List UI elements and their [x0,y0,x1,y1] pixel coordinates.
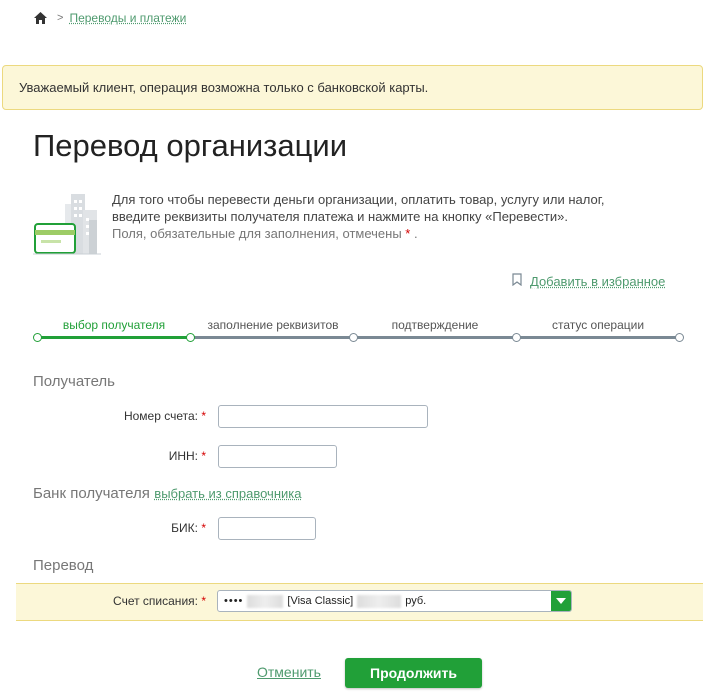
step-dot-2 [186,333,195,342]
intro-line-3: Поля, обязательные для заполнения, отмеч… [112,225,682,242]
intro-line-1: Для того чтобы перевести деньги организа… [112,192,605,207]
progress-track-1 [38,336,191,339]
progress-track-4 [517,336,680,339]
section-transfer: Перевод [33,557,94,574]
bookmark-icon[interactable] [512,273,522,289]
required-asterisk: * [201,409,206,423]
account-number-label: Номер счета: * [6,409,206,423]
notice-text: Уважаемый клиент, операция возможна толь… [19,80,429,95]
dropdown-arrow-icon[interactable] [551,591,571,611]
breadcrumb-link-transfers[interactable]: Переводы и платежи [69,11,186,25]
inn-label: ИНН: * [6,449,206,463]
chevron-right-icon: > [57,12,64,24]
intro-line-2: введите реквизиты получателя платежа и н… [112,209,568,224]
progress-track-3 [354,336,517,339]
intro-period: . [413,226,418,241]
redacted-card-number [247,594,284,608]
bank-section-header: Банк получателя выбрать из справочника [33,485,301,503]
building-card-icon [33,190,101,256]
add-favorite[interactable]: Добавить в избранное [512,272,665,290]
inn-input[interactable] [218,445,337,468]
step-label-1: выбор получателя [62,318,166,332]
continue-button[interactable]: Продолжить [345,658,482,688]
step-label-3: подтверждение [391,318,479,332]
step-dot-1 [33,333,42,342]
account-number-input[interactable] [218,405,428,428]
add-favorite-link[interactable]: Добавить в избранное [530,274,665,289]
bik-label-text: БИК: [171,521,198,535]
intro-text: Для того чтобы перевести деньги организа… [112,191,682,242]
required-asterisk: * [201,521,206,535]
inn-label-text: ИНН: [168,449,198,463]
step-dot-3 [349,333,358,342]
cancel-link[interactable]: Отменить [257,664,321,680]
account-number-label-text: Номер счета: [123,409,198,423]
section-bank: Банк получателя [33,485,150,502]
step-label-2: заполнение реквизитов [207,318,339,332]
page-title: Перевод организации [33,128,348,163]
notice-banner: Уважаемый клиент, операция возможна толь… [2,65,703,110]
progress-track-2 [191,336,354,339]
card-currency: руб. [405,595,427,607]
debit-account-label: Счет списания: * [6,594,206,608]
debit-account-label-text: Счет списания: [113,594,198,608]
debit-account-select[interactable]: •••• [Visa Classic] руб. [217,590,572,612]
bik-input[interactable] [218,517,316,540]
required-asterisk: * [201,449,206,463]
bik-label: БИК: * [6,521,206,535]
breadcrumb: > Переводы и платежи [33,10,186,26]
section-recipient: Получатель [33,373,115,390]
redacted-balance [357,594,402,608]
home-icon[interactable] [33,11,49,25]
step-dot-5 [675,333,684,342]
required-asterisk: * [201,594,206,608]
card-type: [Visa Classic] [287,595,354,607]
card-mask: •••• [224,595,244,607]
intro-required-note: Поля, обязательные для заполнения, отмеч… [112,226,402,241]
choose-from-directory-link[interactable]: выбрать из справочника [154,486,301,501]
step-label-4: статус операции [551,318,645,332]
step-dot-4 [512,333,521,342]
required-asterisk: * [405,226,411,241]
